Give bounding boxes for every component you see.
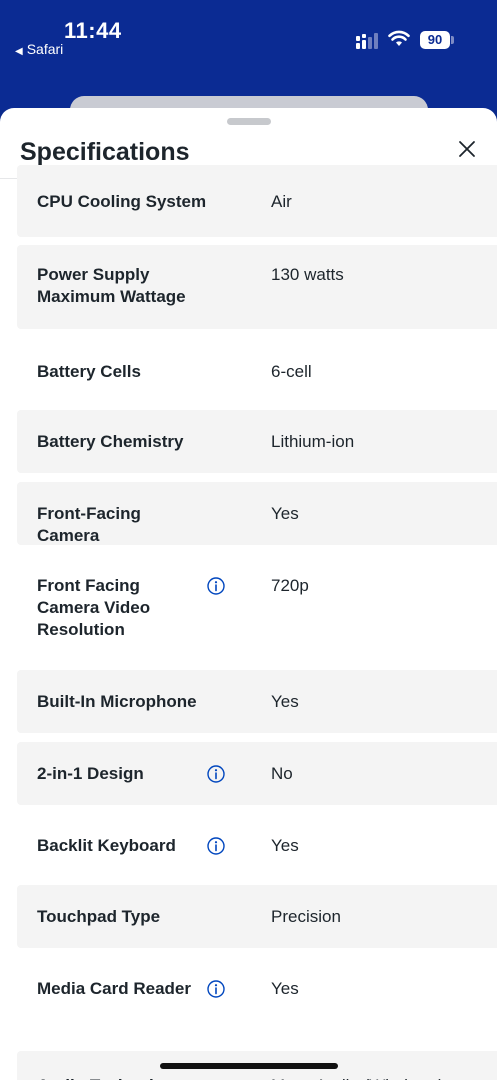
home-indicator[interactable] (160, 1063, 338, 1069)
spec-label: Audio Technology (37, 1075, 207, 1080)
sheet-grabber-handle[interactable] (227, 118, 271, 125)
info-icon[interactable] (207, 577, 225, 595)
cellular-signal-icon (356, 33, 378, 49)
specifications-sheet: Specifications CPU Cooling System Air Powe… (0, 108, 497, 1080)
info-icon[interactable] (207, 980, 225, 998)
spec-label: 2-in-1 Design (37, 764, 144, 783)
spec-row: CPU Cooling System Air (17, 165, 497, 237)
spec-value: 130 watts (271, 265, 344, 284)
spec-row: Touchpad Type Precision (17, 885, 497, 948)
wifi-icon (388, 30, 410, 46)
sheet-title: Specifications (20, 138, 190, 166)
spec-value: 6-cell (271, 362, 312, 381)
spec-row: 2-in-1 Design No (17, 742, 497, 805)
spec-value: Yes (271, 979, 299, 998)
info-icon[interactable] (207, 837, 225, 855)
spec-value: Yes (271, 504, 299, 523)
spec-row: Front Facing Camera Video Resolution 720p (17, 554, 497, 662)
spec-row: Front-Facing Camera Yes (17, 482, 497, 545)
close-x-icon (459, 141, 475, 157)
spec-row: Built-In Microphone Yes (17, 670, 497, 733)
spec-label: Built-In Microphone (37, 692, 197, 711)
back-app-label: Safari (26, 41, 64, 57)
spec-value: No (271, 764, 293, 783)
spec-label: Media Card Reader (37, 979, 191, 998)
back-triangle-icon: ◀ (15, 46, 23, 57)
battery-nub (451, 36, 454, 44)
status-bar: 11:44 ◀ Safari 90 (0, 0, 497, 110)
spec-label: CPU Cooling System (37, 192, 207, 211)
spec-label: Touchpad Type (37, 907, 161, 926)
spec-row: Media Card Reader Yes (17, 957, 497, 1053)
status-time: 11:44 (64, 18, 122, 43)
spec-value: Yes (271, 836, 299, 855)
spec-label: Front-Facing Camera (37, 504, 141, 545)
spec-row: Battery Chemistry Lithium-ion (17, 410, 497, 473)
battery-icon: 90 (420, 31, 450, 49)
spec-label: Power Supply Maximum Wattage (37, 265, 186, 306)
spec-row: Backlit Keyboard Yes (17, 814, 497, 877)
spec-label: Front Facing Camera Video Resolution (37, 576, 151, 639)
spec-value: Lithium-ion (271, 432, 355, 451)
spec-label: Battery Cells (37, 362, 141, 381)
spec-value: 720p (271, 576, 309, 595)
spec-row: Power Supply Maximum Wattage 130 watts (17, 245, 497, 329)
spec-value: Air (271, 192, 292, 211)
spec-value: Maxx Audio (Windows) (271, 1075, 444, 1080)
spec-row: Battery Cells 6-cell (17, 339, 497, 401)
back-to-app-link[interactable]: ◀ Safari (15, 41, 63, 57)
spec-label: Backlit Keyboard (37, 836, 176, 855)
spec-value: Yes (271, 692, 299, 711)
spec-value: Precision (271, 907, 341, 926)
close-button[interactable] (452, 134, 482, 164)
info-icon[interactable] (207, 765, 225, 783)
spec-label: Battery Chemistry (37, 432, 184, 451)
